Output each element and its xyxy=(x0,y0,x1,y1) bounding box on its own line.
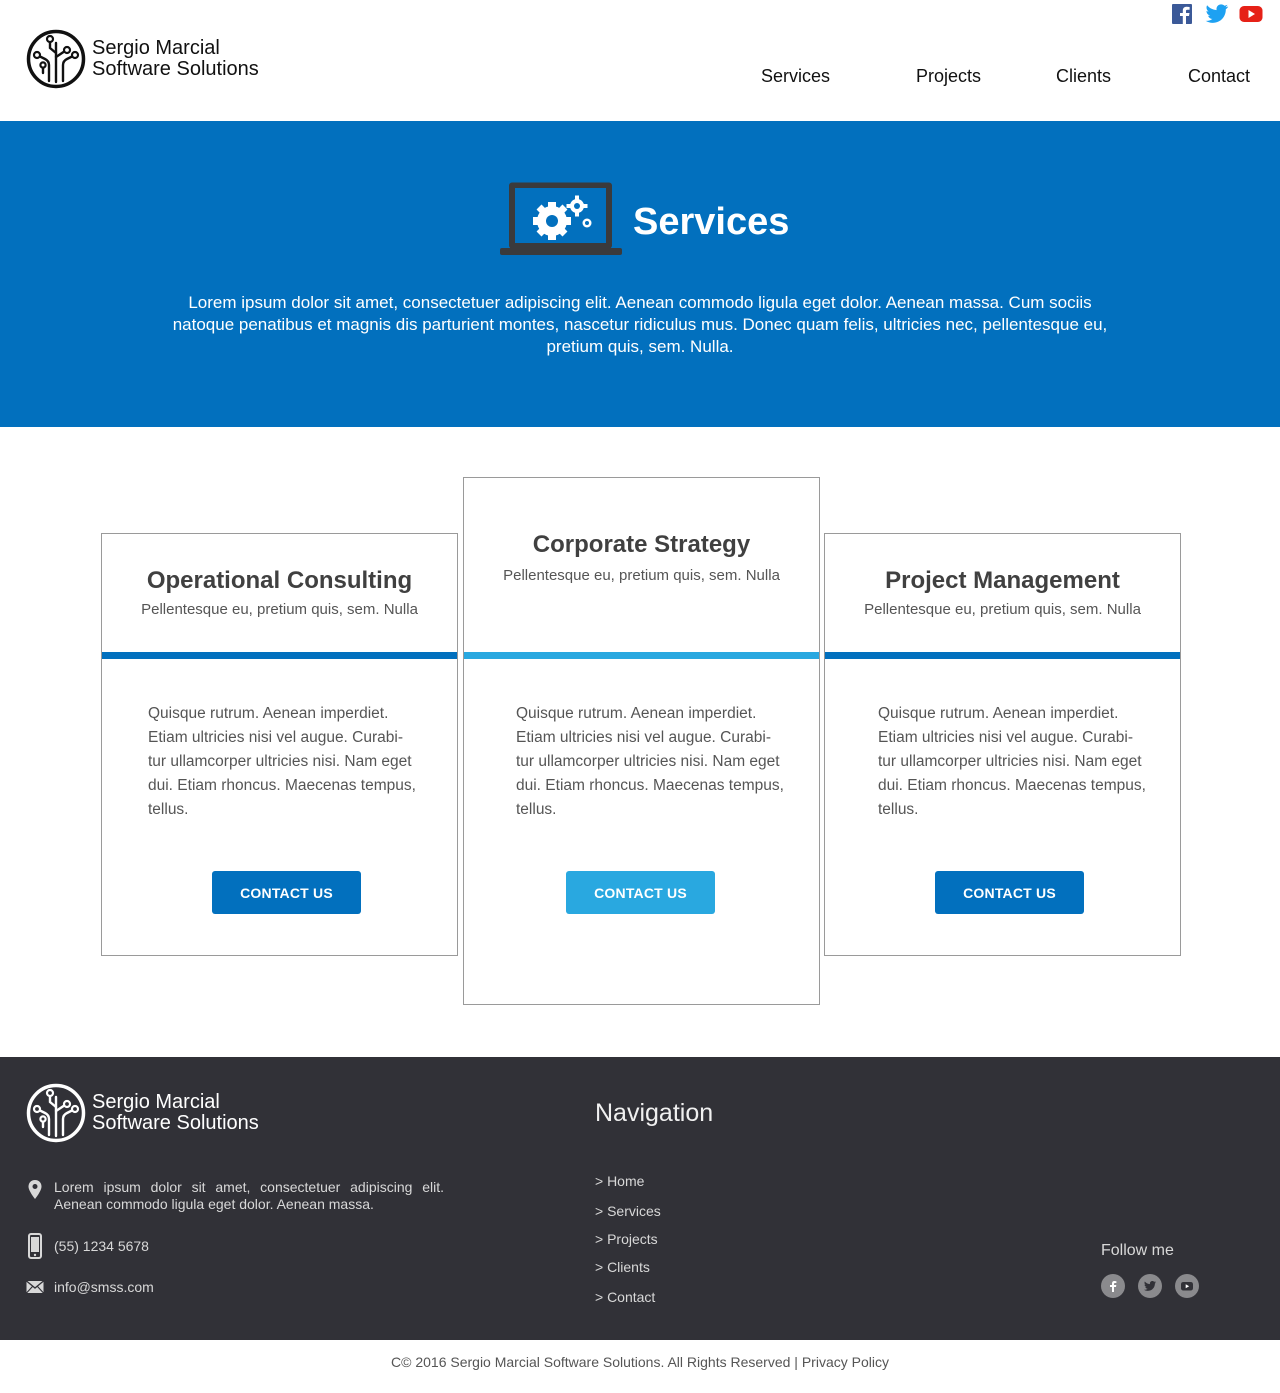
footer-email-text[interactable]: info@smss.com xyxy=(54,1279,154,1296)
nav-contact[interactable]: Contact xyxy=(1188,66,1250,87)
facebook-icon[interactable] xyxy=(1171,3,1195,25)
card-subtitle: Pellentesque eu, pretium quis, sem. Null… xyxy=(141,601,418,618)
contact-us-button[interactable]: CONTACT US xyxy=(935,871,1084,914)
follow-me-label: Follow me xyxy=(1101,1242,1174,1259)
copyright-bar: C© 2016 Sergio Marcial Software Solution… xyxy=(0,1340,1280,1393)
card-body: Quisque rutrum. Aenean imperdiet. Etiam … xyxy=(878,705,1146,818)
main-nav: Services Projects Clients Contact xyxy=(0,66,1280,92)
card-title: Corporate Strategy xyxy=(532,531,751,558)
card-body: Quisque rutrum. Aenean imperdiet. Etiam … xyxy=(148,705,416,818)
brand-name-line1: Sergio Marcial xyxy=(92,1091,220,1113)
site-footer: Sergio Marcial Software Solutions Lorem … xyxy=(0,1057,1280,1340)
footer-youtube-icon[interactable] xyxy=(1175,1274,1199,1298)
card-title: Project Management xyxy=(885,567,1120,594)
location-pin-icon xyxy=(28,1180,42,1199)
mail-icon xyxy=(26,1280,44,1294)
nav-clients[interactable]: Clients xyxy=(1056,66,1111,87)
contact-us-button[interactable]: CONTACT US xyxy=(566,871,715,914)
privacy-policy-link[interactable]: Privacy Policy xyxy=(802,1354,889,1370)
footer-brand-name: Sergio Marcial Software Solutions xyxy=(92,1092,259,1134)
card-divider xyxy=(464,652,819,659)
footer-nav-services[interactable]: > Services xyxy=(595,1203,661,1219)
mobile-phone-icon xyxy=(28,1233,42,1259)
service-card-project-management: Project Management Pellentesque eu, pret… xyxy=(824,533,1181,956)
card-title: Operational Consulting xyxy=(146,567,413,594)
service-card-corporate-strategy: Corporate Strategy Pellentesque eu, pret… xyxy=(463,477,820,1005)
footer-address-text: Lorem ipsum dolor sit amet, consectetuer… xyxy=(54,1179,444,1212)
footer-phone: (55) 1234 5678 xyxy=(26,1233,149,1259)
youtube-icon[interactable] xyxy=(1239,3,1263,25)
footer-nav-title: Navigation xyxy=(595,1099,714,1127)
card-divider xyxy=(102,652,457,659)
footer-address: Lorem ipsum dolor sit amet, consectetuer… xyxy=(26,1179,444,1213)
footer-phone-text: (55) 1234 5678 xyxy=(54,1238,149,1254)
card-subtitle: Pellentesque eu, pretium quis, sem. Null… xyxy=(864,601,1141,618)
footer-twitter-icon[interactable] xyxy=(1138,1274,1162,1298)
hero-banner: Services Lorem ipsum dolor sit amet, con… xyxy=(0,121,1280,427)
copyright-text: C© 2016 Sergio Marcial Software Solution… xyxy=(391,1354,791,1370)
footer-brand-logo[interactable]: Sergio Marcial Software Solutions xyxy=(26,1083,259,1143)
footer-facebook-icon[interactable] xyxy=(1101,1274,1125,1298)
footer-email: info@smss.com xyxy=(26,1279,154,1296)
footer-nav-home[interactable]: > Home xyxy=(595,1173,644,1189)
site-header: Sergio Marcial Software Solutions Servic… xyxy=(0,0,1280,121)
header-social-links xyxy=(1171,3,1263,25)
card-body: Quisque rutrum. Aenean imperdiet. Etiam … xyxy=(516,705,784,818)
footer-nav-clients[interactable]: > Clients xyxy=(595,1259,650,1275)
circuit-logo-icon xyxy=(26,1083,86,1143)
card-divider xyxy=(825,652,1180,659)
hero-title: Services xyxy=(633,201,790,243)
footer-nav-contact[interactable]: > Contact xyxy=(595,1289,655,1305)
card-subtitle: Pellentesque eu, pretium quis, sem. Null… xyxy=(503,567,780,584)
hero-description: Lorem ipsum dolor sit amet, consectetuer… xyxy=(172,293,1108,356)
contact-us-button[interactable]: CONTACT US xyxy=(212,871,361,914)
service-card-operational-consulting: Operational Consulting Pellentesque eu, … xyxy=(101,533,458,956)
laptop-gears-icon xyxy=(500,182,622,255)
copyright-separator: | xyxy=(794,1354,798,1370)
footer-nav-projects[interactable]: > Projects xyxy=(595,1231,658,1247)
nav-projects[interactable]: Projects xyxy=(916,66,981,87)
nav-services[interactable]: Services xyxy=(761,66,830,87)
twitter-icon[interactable] xyxy=(1205,3,1229,25)
brand-name-line1: Sergio Marcial xyxy=(92,37,220,59)
brand-name-line2: Software Solutions xyxy=(92,1112,259,1134)
